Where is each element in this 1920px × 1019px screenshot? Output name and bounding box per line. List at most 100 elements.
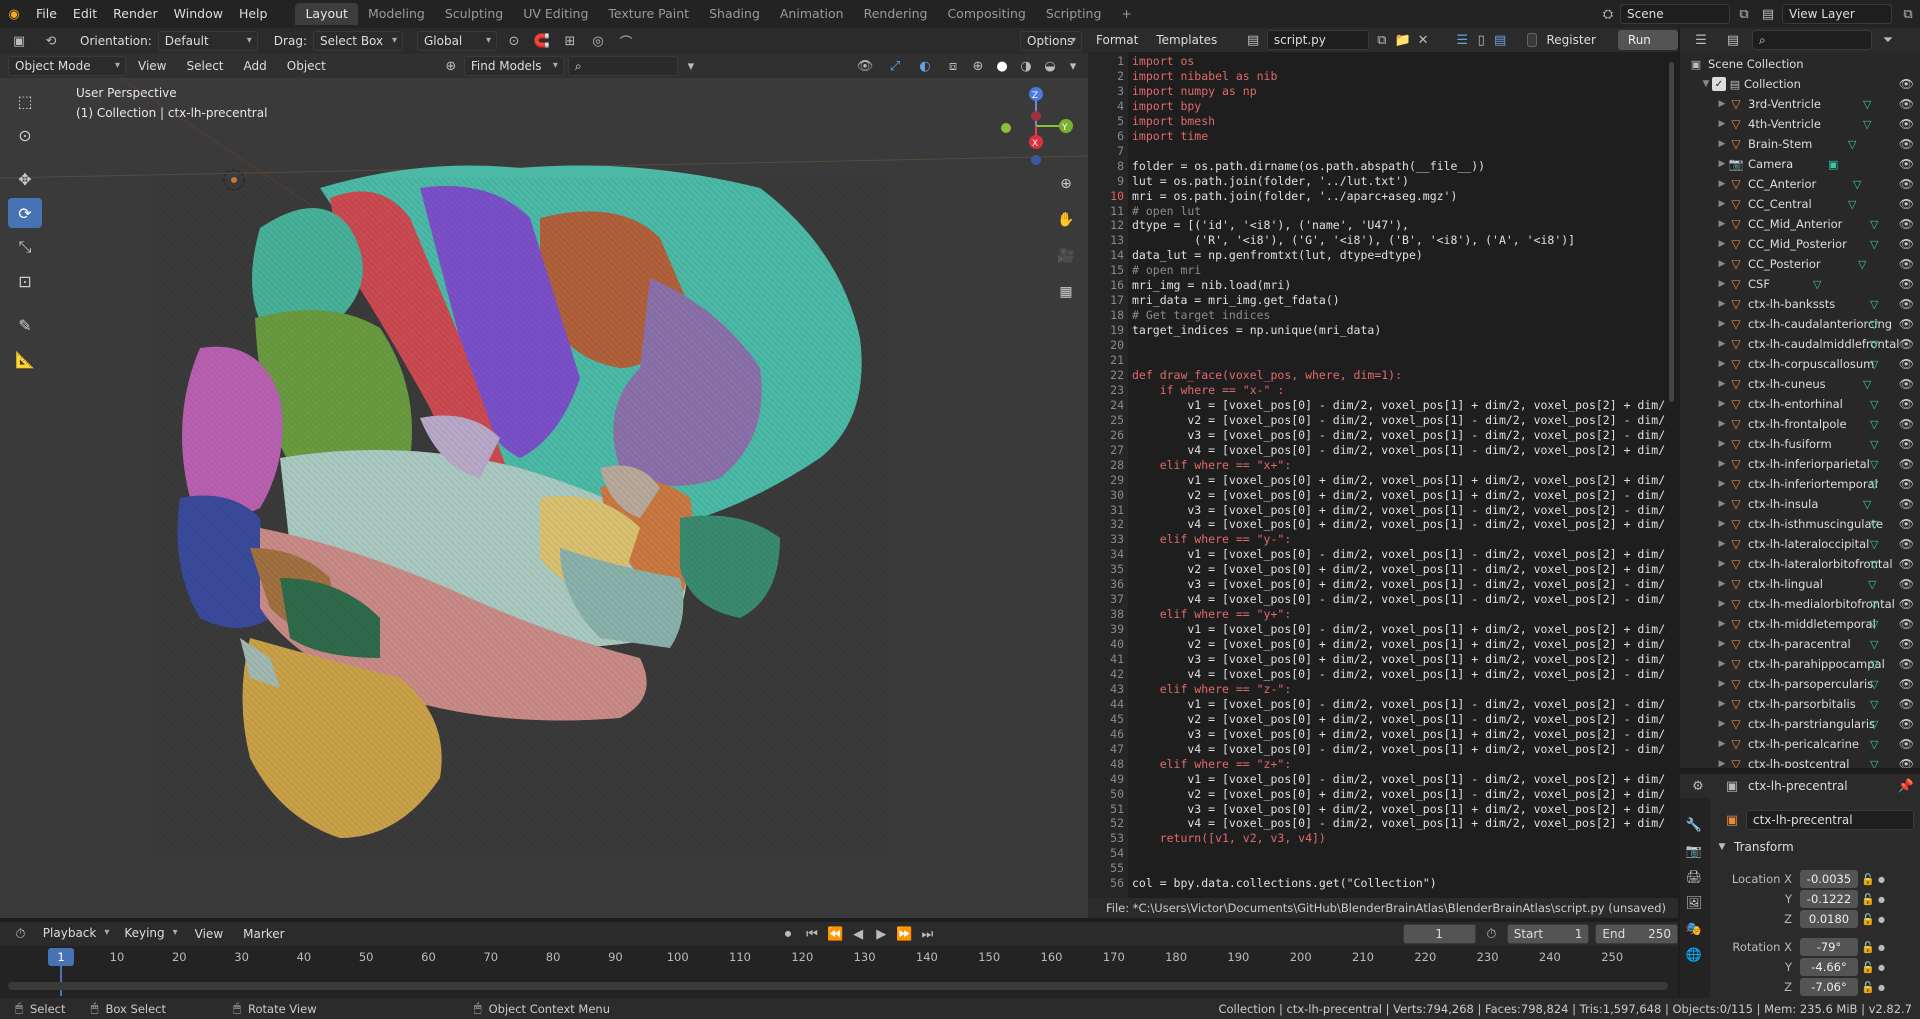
keyframe-dot-icon[interactable]: ● (1878, 895, 1885, 904)
tab-compositing[interactable]: Compositing (937, 3, 1035, 25)
falloff-icon[interactable]: ⌒ (615, 32, 637, 51)
outliner-item[interactable]: ▶ ▽ ctx-lh-bankssts ▽ 👁 (1680, 294, 1920, 314)
code-line[interactable]: # open mri (1132, 263, 1201, 277)
zoom-icon[interactable]: ⊕ (1052, 170, 1080, 198)
expand-icon[interactable]: ▶ (1716, 479, 1728, 489)
expand-icon[interactable]: ▶ (1716, 359, 1728, 369)
mesh-data-icon[interactable]: ▽ (1863, 498, 1871, 511)
run-script-button[interactable]: Run Script (1617, 30, 1679, 67)
pin-icon[interactable]: 📌 (1896, 779, 1916, 794)
rotation-x-field[interactable]: -79° (1800, 938, 1858, 956)
mesh-data-icon[interactable]: ▽ (1863, 98, 1871, 111)
rendered-shading-icon[interactable]: ◒ (1040, 59, 1060, 74)
code-line[interactable]: col = bpy.data.collections.get("Collecti… (1132, 876, 1437, 890)
lock-icon[interactable]: 🔓 (1858, 873, 1878, 886)
code-line[interactable]: v4 = [voxel_pos[0] - dim/2, voxel_pos[1]… (1132, 667, 1665, 681)
search-options-icon[interactable]: ▾ (682, 59, 700, 74)
expand-icon[interactable]: ▶ (1716, 559, 1728, 569)
expand-icon[interactable]: ▶ (1716, 619, 1728, 629)
blender-logo-icon[interactable]: ◉ (0, 7, 28, 22)
brain-model[interactable] (0, 78, 1088, 918)
orientation-dropdown[interactable]: Default (157, 31, 258, 51)
outliner-item[interactable]: ▶ ▽ CC_Central ▽ 👁 (1680, 194, 1920, 214)
view-layer-props-icon[interactable]: 🖼 (1680, 890, 1708, 916)
visibility-eye-icon[interactable]: 👁 (1899, 97, 1914, 111)
code-line[interactable]: v3 = [voxel_pos[0] + dim/2, voxel_pos[1]… (1132, 652, 1665, 666)
material-shading-icon[interactable]: ◑ (1016, 59, 1036, 74)
mode-dropdown[interactable]: Object Mode (8, 56, 126, 76)
properties-type-icon[interactable]: ⚙ (1686, 779, 1710, 794)
expand-icon[interactable]: ▶ (1716, 219, 1728, 229)
code-line[interactable]: mri_data = mri_img.get_fdata() (1132, 293, 1340, 307)
visibility-eye-icon[interactable]: 👁 (1899, 537, 1914, 551)
visibility-eye-icon[interactable]: 👁 (1899, 117, 1914, 131)
menu-window[interactable]: Window (166, 0, 231, 28)
visibility-eye-icon[interactable]: 👁 (1899, 497, 1914, 511)
visibility-eye-icon[interactable]: 👁 (1899, 637, 1914, 651)
expand-icon[interactable]: ▶ (1716, 239, 1728, 249)
rotate-icon[interactable]: ⟳ (8, 198, 42, 228)
expand-icon[interactable]: ▶ (1716, 459, 1728, 469)
pan-hand-icon[interactable]: ✋ (1052, 206, 1080, 234)
code-line[interactable]: elif where == "z-": (1132, 682, 1292, 696)
transform-expand-icon[interactable]: ▼ (1716, 842, 1728, 852)
scene-field[interactable]: Scene (1620, 4, 1730, 24)
code-line[interactable]: v4 = [voxel_pos[0] - dim/2, voxel_pos[1]… (1132, 742, 1665, 756)
outliner-item[interactable]: ▶ ▽ ctx-lh-fusiform ▽ 👁 (1680, 434, 1920, 454)
keyframe-dot-icon[interactable]: ● (1878, 963, 1885, 972)
expand-icon[interactable]: ▶ (1716, 199, 1728, 209)
code-line[interactable]: v1 = [voxel_pos[0] - dim/2, voxel_pos[1]… (1132, 398, 1665, 412)
outliner-item[interactable]: ▶ 📷 Camera ▣ 👁 (1680, 154, 1920, 174)
code-line[interactable]: v2 = [voxel_pos[0] + dim/2, voxel_pos[1]… (1132, 562, 1665, 576)
mesh-data-icon[interactable]: ▽ (1870, 418, 1878, 431)
script-filename-field[interactable]: script.py (1266, 30, 1370, 50)
jump-end-icon[interactable]: ⏭ (918, 927, 937, 942)
visibility-eye-icon[interactable]: 👁 (1899, 757, 1914, 768)
outliner-item[interactable]: ▶ ▽ 4th-Ventricle ▽ 👁 (1680, 114, 1920, 134)
code-line[interactable]: target_indices = np.unique(mri_data) (1132, 323, 1381, 337)
menu-add[interactable]: Add (236, 56, 275, 76)
outliner-item[interactable]: ▶ ▽ ctx-lh-entorhinal ▽ 👁 (1680, 394, 1920, 414)
expand-icon[interactable]: ▶ (1716, 159, 1728, 169)
mesh-data-icon[interactable]: ▽ (1870, 478, 1878, 491)
tab-shading[interactable]: Shading (699, 3, 770, 25)
mesh-data-icon[interactable]: ▽ (1870, 758, 1878, 769)
code-line[interactable]: v4 = [voxel_pos[0] + dim/2, voxel_pos[1]… (1132, 517, 1665, 531)
expand-icon[interactable]: ▶ (1716, 639, 1728, 649)
expand-icon[interactable]: ▶ (1716, 659, 1728, 669)
expand-icon[interactable]: ▶ (1716, 279, 1728, 289)
visibility-icon[interactable]: 👁 (852, 59, 878, 74)
code-line[interactable]: def draw_face(voxel_pos, where, dim=1): (1132, 368, 1402, 382)
code-line[interactable]: mri = os.path.join(folder, '../aparc+ase… (1132, 189, 1457, 203)
outliner-item[interactable]: ▶ ▽ ctx-lh-medialorbitofrontal ▽ 👁 (1680, 594, 1920, 614)
outliner-item[interactable]: ▶ ▽ CC_Mid_Posterior ▽ 👁 (1680, 234, 1920, 254)
visibility-eye-icon[interactable]: 👁 (1899, 157, 1914, 171)
lock-icon[interactable]: 🔓 (1858, 913, 1878, 926)
cursor-icon[interactable]: ⊙ (8, 120, 42, 150)
code-line[interactable]: v1 = [voxel_pos[0] - dim/2, voxel_pos[1]… (1132, 697, 1665, 711)
view-layer-icon[interactable]: ▤ (1754, 7, 1782, 22)
code-line[interactable]: ('R', '<i8'), ('G', '<i8'), ('B', '<i8')… (1132, 233, 1575, 247)
visibility-eye-icon[interactable]: 👁 (1899, 597, 1914, 611)
visibility-eye-icon[interactable]: 👁 (1899, 417, 1914, 431)
outliner-item[interactable]: ▶ ▽ ctx-lh-caudalmiddlefrontal ▽ 👁 (1680, 334, 1920, 354)
code-line[interactable]: v1 = [voxel_pos[0] - dim/2, voxel_pos[1]… (1132, 772, 1665, 786)
mesh-data-icon[interactable]: ▽ (1870, 738, 1878, 751)
visibility-eye-icon[interactable]: 👁 (1899, 197, 1914, 211)
outliner-item[interactable]: ▶ ▽ ctx-lh-cuneus ▽ 👁 (1680, 374, 1920, 394)
code-line[interactable]: v2 = [voxel_pos[0] + dim/2, voxel_pos[1]… (1132, 488, 1665, 502)
mesh-data-icon[interactable]: ▽ (1863, 118, 1871, 131)
code-line[interactable]: import bpy (1132, 99, 1201, 113)
tab-animation[interactable]: Animation (770, 3, 854, 25)
preview-range-icon[interactable]: ⏱ (1480, 927, 1503, 942)
find-models-search[interactable]: ⌕ (567, 56, 678, 76)
find-models-dropdown[interactable]: Find Models (463, 56, 564, 76)
mesh-data-icon[interactable]: ▽ (1870, 598, 1878, 611)
mesh-data-icon[interactable]: ▽ (1870, 618, 1878, 631)
expand-icon[interactable]: ▶ (1716, 519, 1728, 529)
mesh-data-icon[interactable]: ▽ (1868, 578, 1876, 591)
expand-icon[interactable]: ▶ (1716, 759, 1728, 768)
visibility-eye-icon[interactable]: 👁 (1899, 737, 1914, 751)
mesh-data-icon[interactable]: ▽ (1870, 358, 1878, 371)
code-line[interactable]: folder = os.path.dirname(os.path.abspath… (1132, 159, 1485, 173)
